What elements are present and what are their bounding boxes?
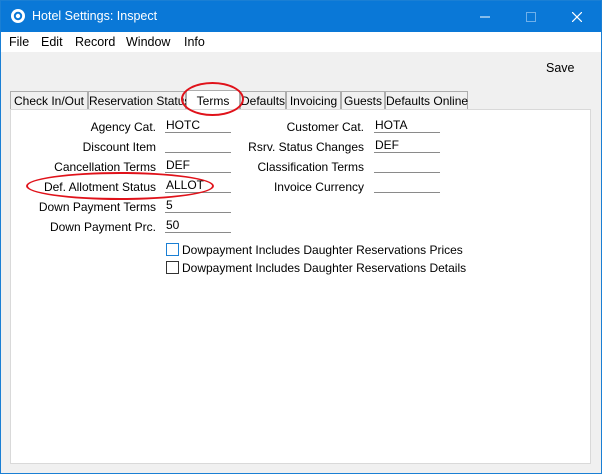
save-button[interactable]: Save [546, 61, 575, 75]
menu-file[interactable]: File [9, 35, 29, 49]
menu-record[interactable]: Record [75, 35, 115, 49]
daughter-prices-checkbox[interactable] [166, 243, 179, 256]
tab-check-in-out[interactable]: Check In/Out [10, 91, 88, 110]
discount-item-label: Discount Item [82, 140, 156, 154]
app-icon [11, 9, 25, 23]
terms-panel: Agency Cat. HOTC Discount Item Cancellat… [10, 109, 591, 464]
title-bar[interactable]: Hotel Settings: Inspect [1, 1, 601, 32]
cancellation-terms-field[interactable]: DEF [165, 159, 231, 173]
menu-window[interactable]: Window [126, 35, 170, 49]
close-button[interactable] [554, 1, 600, 32]
daughter-details-checkbox[interactable] [166, 261, 179, 274]
agency-cat-label: Agency Cat. [90, 120, 156, 134]
maximize-icon [526, 12, 536, 23]
app-window: Hotel Settings: Inspect File Edit Record… [0, 0, 602, 474]
menu-info[interactable]: Info [184, 35, 205, 49]
def-allotment-status-label: Def. Allotment Status [43, 180, 156, 194]
close-icon [571, 11, 583, 23]
down-payment-terms-field[interactable]: 5 [165, 199, 231, 213]
rsrv-status-changes-field[interactable]: DEF [374, 139, 440, 153]
minimize-icon [480, 16, 490, 18]
classification-terms-field[interactable] [374, 159, 440, 173]
tab-defaults[interactable]: Defaults [240, 91, 286, 110]
customer-cat-field[interactable]: HOTA [374, 119, 440, 133]
invoice-currency-label: Invoice Currency [273, 180, 364, 194]
agency-cat-field[interactable]: HOTC [165, 119, 231, 133]
discount-item-field[interactable] [165, 139, 231, 153]
toolbar: Save [1, 52, 601, 86]
down-payment-prc-field[interactable]: 50 [165, 219, 231, 233]
invoice-currency-field[interactable] [374, 179, 440, 193]
minimize-button[interactable] [462, 1, 508, 32]
tab-reservation-status[interactable]: Reservation Status [88, 91, 190, 110]
customer-cat-label: Customer Cat. [286, 120, 364, 134]
cancellation-terms-label: Cancellation Terms [54, 160, 156, 174]
tab-defaults-online[interactable]: Defaults Online [385, 91, 468, 110]
tab-invoicing[interactable]: Invoicing [286, 91, 341, 110]
down-payment-terms-label: Down Payment Terms [38, 200, 156, 214]
down-payment-prc-label: Down Payment Prc. [49, 220, 156, 234]
tab-guests[interactable]: Guests [341, 91, 385, 110]
daughter-details-label: Dowpayment Includes Daughter Reservation… [182, 261, 467, 275]
menu-edit[interactable]: Edit [41, 35, 63, 49]
rsrv-status-changes-label: Rsrv. Status Changes [248, 140, 364, 154]
classification-terms-label: Classification Terms [257, 160, 364, 174]
tab-terms[interactable]: Terms [186, 90, 240, 111]
def-allotment-status-field[interactable]: ALLOT [165, 179, 231, 193]
maximize-button[interactable] [508, 1, 554, 32]
menu-bar: File Edit Record Window Info [1, 32, 601, 52]
daughter-prices-label: Dowpayment Includes Daughter Reservation… [182, 243, 463, 257]
window-title: Hotel Settings: Inspect [32, 9, 158, 23]
